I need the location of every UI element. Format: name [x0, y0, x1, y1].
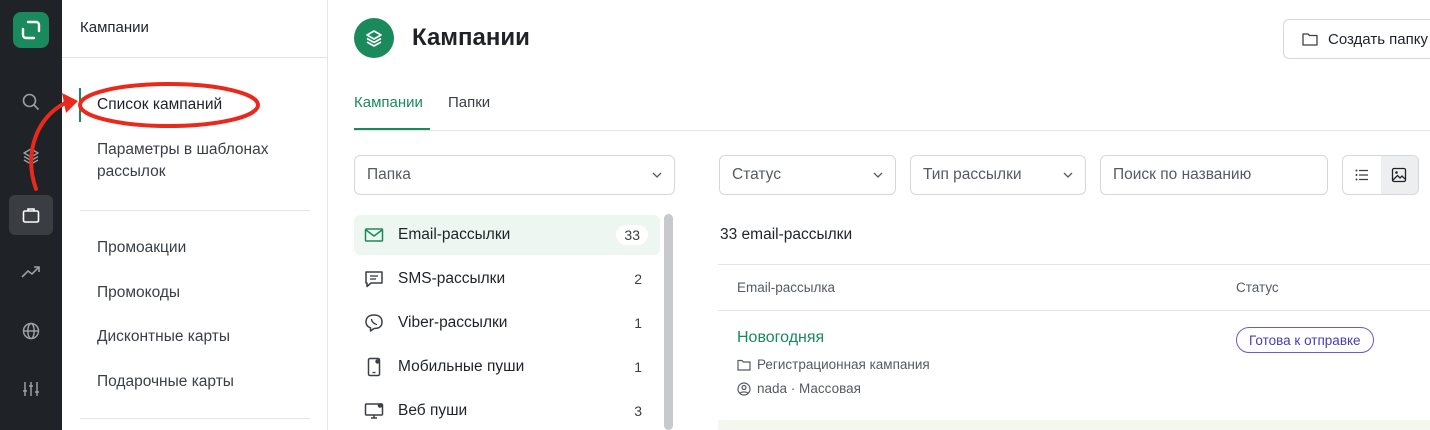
results-count: 33 email-рассылки — [720, 226, 853, 243]
search-input[interactable] — [1100, 155, 1328, 195]
search-nav-button[interactable] — [9, 82, 53, 122]
mailing-type-select-value: Тип рассылки — [923, 166, 1022, 183]
analytics-nav-button[interactable] — [9, 252, 53, 292]
global-nav-button[interactable] — [9, 311, 53, 351]
briefcase-icon — [22, 208, 40, 223]
mailing-folder-label: Регистрационная кампания — [757, 357, 930, 372]
search-icon — [22, 93, 40, 111]
folder-item-mobile-push[interactable]: Мобильные пуши 1 — [354, 347, 660, 387]
folder-icon — [737, 359, 751, 371]
mobile-icon — [364, 357, 384, 377]
sidebar-divider — [80, 210, 310, 211]
status-select[interactable]: Статус — [719, 155, 896, 195]
image-view-button[interactable] — [1380, 156, 1418, 194]
create-folder-label: Создать папку — [1328, 30, 1428, 48]
folder-item-viber[interactable]: Viber-рассылки 1 — [354, 303, 660, 343]
sidebar-item-gift-cards[interactable]: Подарочные карты — [97, 371, 234, 393]
list-icon — [1355, 169, 1368, 181]
sidebar-item-campaign-list[interactable]: Список кампаний — [97, 94, 222, 116]
folder-item-email[interactable]: Email-рассылки 33 — [354, 215, 660, 255]
layers-icon — [23, 148, 39, 165]
column-header-email: Email-рассылка — [737, 280, 836, 295]
folder-item-web-push[interactable]: Веб пуши 3 — [354, 391, 660, 430]
app-logo[interactable] — [13, 12, 49, 48]
folder-item-label: Viber-рассылки — [398, 314, 508, 331]
mailing-meta-label: nada · Массовая — [757, 381, 861, 396]
table-divider — [718, 264, 1430, 265]
folder-item-count: 1 — [634, 359, 642, 375]
settings-nav-button[interactable] — [9, 369, 53, 409]
folder-list-scrollbar[interactable] — [664, 214, 673, 430]
folder-item-label: Веб пуши — [398, 402, 468, 419]
folder-icon — [1302, 33, 1318, 46]
user-icon — [737, 381, 751, 396]
section-sidebar: Кампании Список кампаний Параметры в шаб… — [62, 0, 328, 430]
sliders-icon — [23, 382, 39, 396]
list-view-button[interactable] — [1343, 156, 1381, 194]
folder-item-count: 33 — [616, 225, 648, 245]
active-tab-underline — [354, 128, 430, 130]
tabs-divider — [354, 130, 1430, 131]
folder-item-count: 2 — [634, 271, 642, 287]
sidebar-item-promocodes[interactable]: Промокоды — [97, 282, 180, 304]
status-select-value: Статус — [732, 166, 781, 183]
mail-icon — [364, 225, 384, 245]
image-icon — [1392, 167, 1407, 183]
layers-icon — [366, 30, 382, 47]
folder-item-sms[interactable]: SMS-рассылки 2 — [354, 259, 660, 299]
folder-item-count: 3 — [634, 403, 642, 419]
folder-select[interactable]: Папка — [354, 155, 675, 195]
folder-item-label: SMS-рассылки — [398, 270, 506, 287]
mailing-meta: nada · Массовая — [737, 381, 861, 396]
folder-item-count: 1 — [634, 315, 642, 331]
chevron-down-icon — [652, 172, 662, 178]
campaigns-layers-nav-button[interactable] — [9, 136, 53, 176]
table-divider — [718, 310, 1430, 311]
folder-item-label: Email-рассылки — [398, 226, 511, 243]
trending-up-icon — [21, 266, 40, 278]
globe-icon — [22, 322, 40, 340]
tab-folders[interactable]: Папки — [448, 94, 490, 111]
viber-icon — [364, 313, 384, 333]
app-rail — [0, 0, 62, 430]
logo-icon — [21, 20, 41, 40]
main-content: Кампании Создать папку Кампании Папки Па… — [328, 0, 1430, 430]
web-push-icon — [364, 401, 384, 421]
create-folder-button[interactable]: Создать папку — [1283, 19, 1430, 59]
page-title: Кампании — [412, 24, 530, 51]
chevron-down-icon — [1063, 172, 1073, 178]
status-badge: Готова к отправке — [1236, 327, 1374, 353]
sidebar-divider — [80, 418, 310, 419]
sidebar-header: Кампании — [62, 0, 327, 58]
mailing-folder: Регистрационная кампания — [737, 357, 930, 372]
column-header-status: Статус — [1236, 280, 1279, 295]
sidebar-item-promotions[interactable]: Промоакции — [97, 237, 186, 259]
folder-select-value: Папка — [367, 166, 411, 183]
view-toggle — [1342, 155, 1419, 195]
sms-icon — [364, 269, 384, 289]
tab-campaigns[interactable]: Кампании — [354, 94, 423, 111]
campaigns-briefcase-nav-button[interactable] — [9, 195, 53, 235]
next-row-highlight — [718, 420, 1430, 430]
sidebar-active-indicator — [79, 88, 81, 122]
mailing-title-link[interactable]: Новогодняя — [737, 329, 824, 347]
folder-item-label: Мобильные пуши — [398, 358, 525, 375]
mailing-type-select[interactable]: Тип рассылки — [910, 155, 1086, 195]
sidebar-item-discount-cards[interactable]: Дисконтные карты — [97, 326, 230, 348]
sidebar-item-mailing-template-params[interactable]: Параметры в шаблонах рассылок — [97, 139, 297, 183]
page-icon — [354, 18, 394, 58]
chevron-down-icon — [873, 172, 883, 178]
